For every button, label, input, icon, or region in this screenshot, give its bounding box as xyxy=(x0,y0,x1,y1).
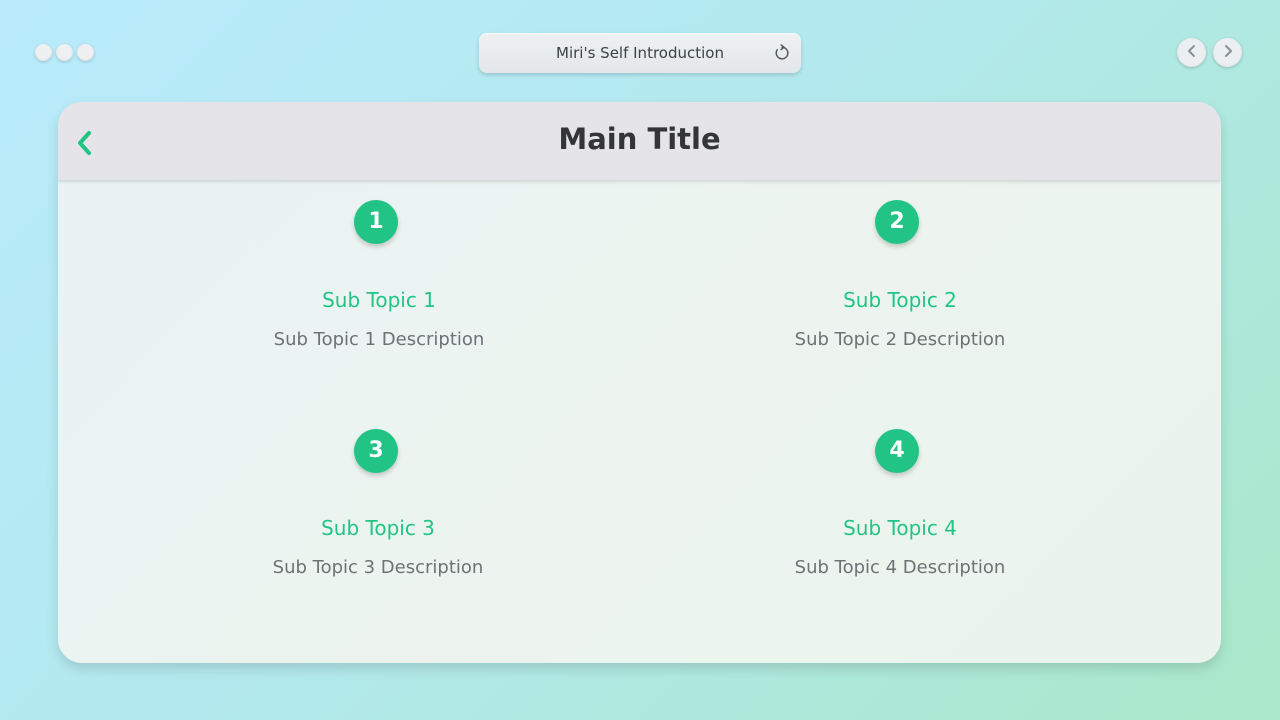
prev-button[interactable] xyxy=(1177,38,1206,67)
topic-title: Sub Topic 4 xyxy=(843,516,957,540)
nav-buttons xyxy=(1177,38,1242,67)
topic-title: Sub Topic 2 xyxy=(843,288,957,312)
address-bar[interactable]: Miri's Self Introduction xyxy=(479,33,801,73)
topic-number-badge: 2 xyxy=(875,200,919,244)
topic-description: Sub Topic 4 Description xyxy=(794,557,1006,578)
chevron-left-icon xyxy=(1185,43,1199,62)
reload-icon[interactable] xyxy=(773,44,791,62)
topic-title: Sub Topic 1 xyxy=(322,288,436,312)
next-button[interactable] xyxy=(1213,38,1242,67)
window-dot-maximize[interactable] xyxy=(77,44,94,61)
slide-card: Main Title 1 Sub Topic 1 Sub Topic 1 Des… xyxy=(58,102,1221,663)
slide-header: Main Title xyxy=(58,102,1221,180)
window-title: Miri's Self Introduction xyxy=(556,44,724,62)
topic-number-badge: 1 xyxy=(354,200,398,244)
topic-description: Sub Topic 3 Description xyxy=(272,557,484,578)
chevron-right-icon xyxy=(1221,43,1235,62)
topic-description: Sub Topic 1 Description xyxy=(273,329,485,350)
topic-number-badge: 4 xyxy=(875,429,919,473)
window-controls xyxy=(35,44,94,61)
topic-title: Sub Topic 3 xyxy=(321,516,435,540)
topic-description: Sub Topic 2 Description xyxy=(794,329,1006,350)
window-dot-minimize[interactable] xyxy=(56,44,73,61)
window-dot-close[interactable] xyxy=(35,44,52,61)
topic-number-badge: 3 xyxy=(354,429,398,473)
page-title: Main Title xyxy=(558,122,721,156)
